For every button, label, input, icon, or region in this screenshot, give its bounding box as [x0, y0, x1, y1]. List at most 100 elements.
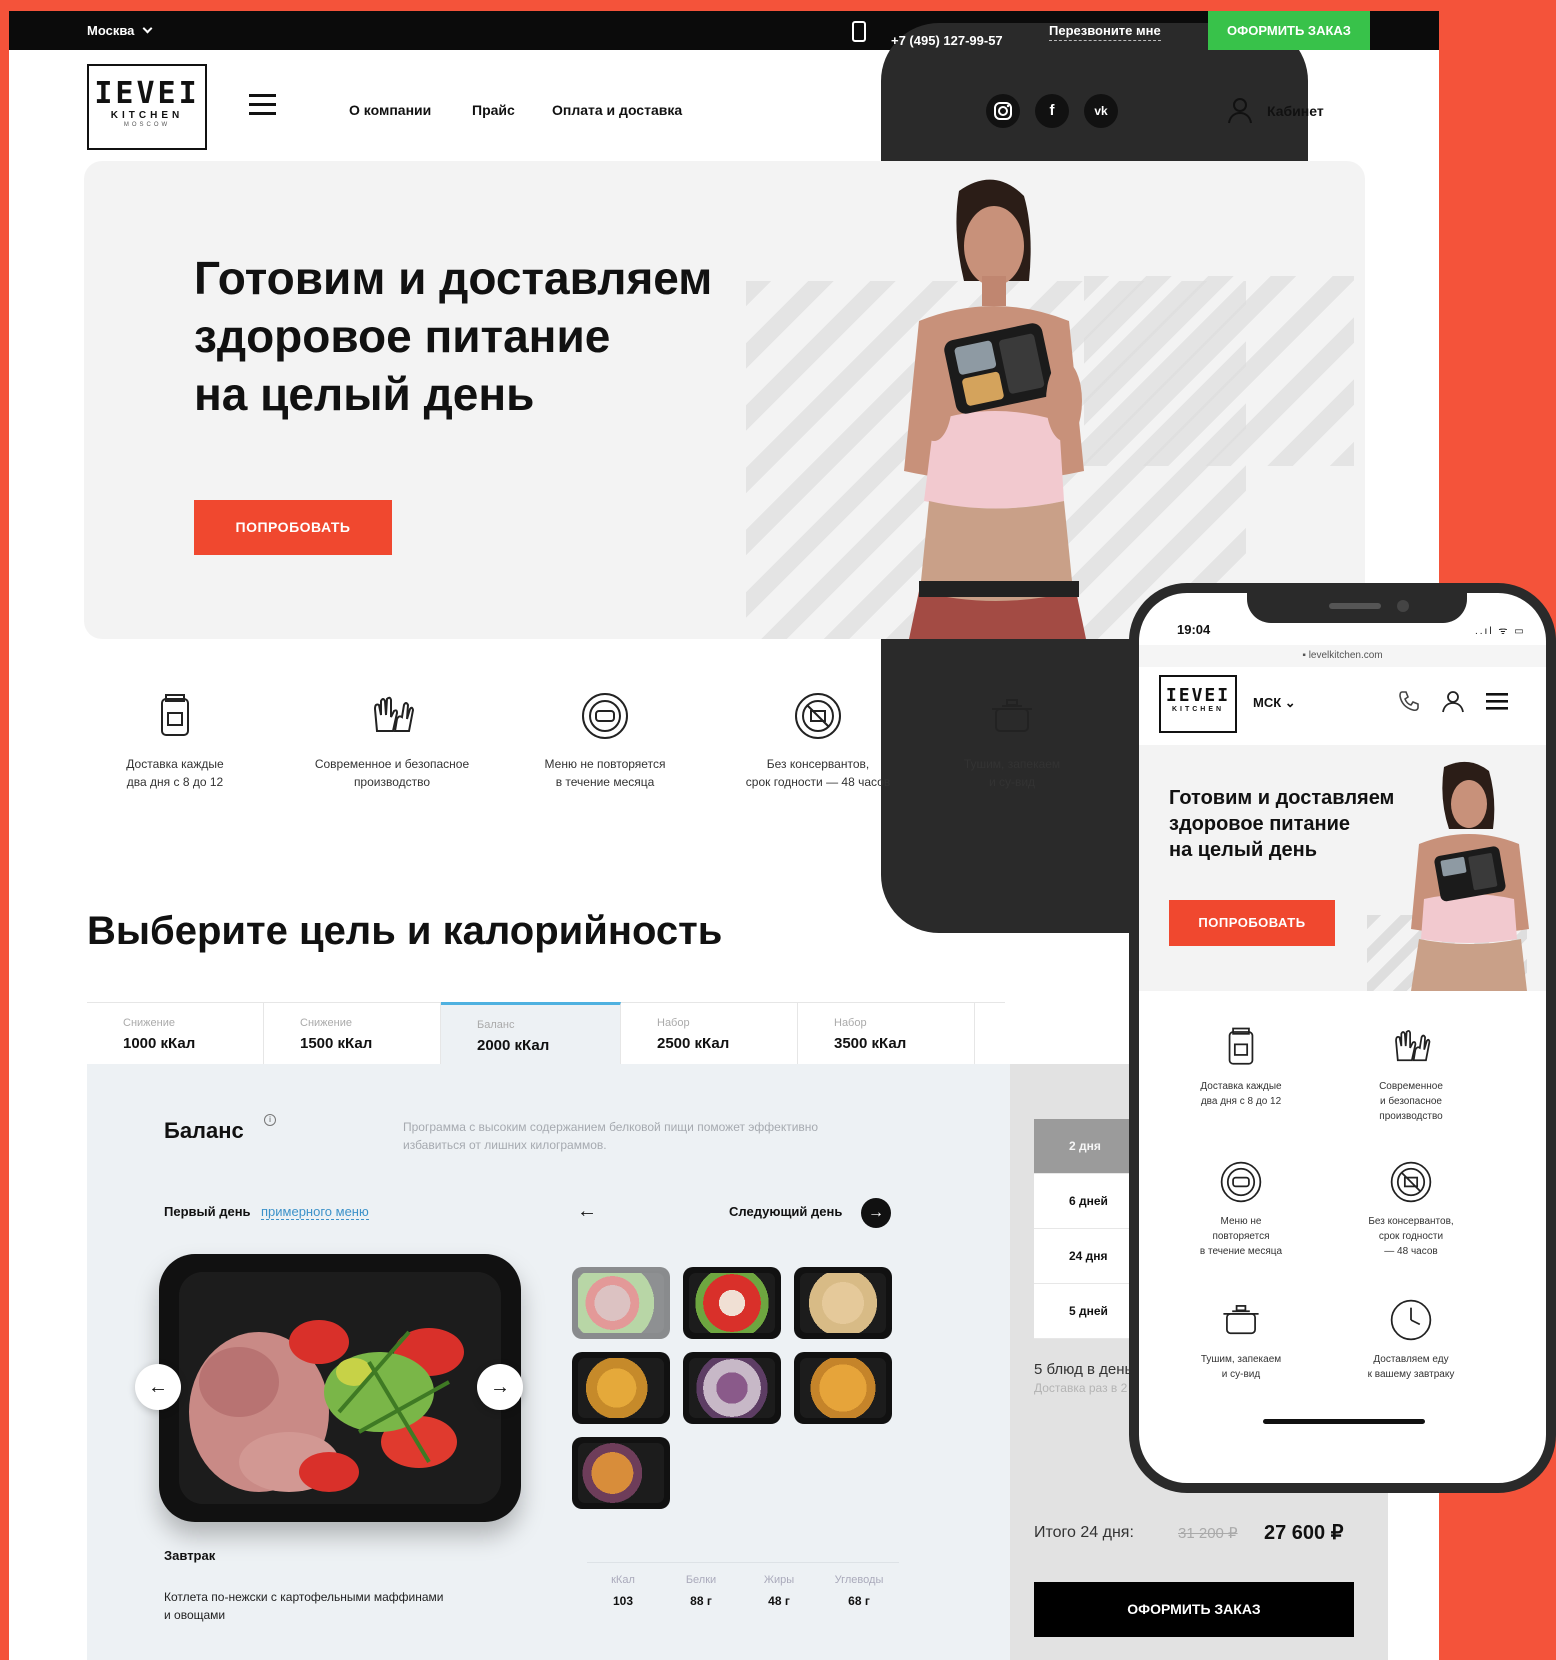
- logo-text: IEVEI: [94, 76, 200, 111]
- nav-price[interactable]: Прайс: [472, 102, 515, 118]
- mobile-logo[interactable]: IEVEI KITCHEN: [1159, 675, 1237, 733]
- next-day-arrow-icon[interactable]: →: [861, 1198, 891, 1228]
- mobile-feature-item: Доставка каждые два дня с 8 до 12: [1166, 1025, 1316, 1109]
- next-day-label[interactable]: Следующий день: [729, 1204, 842, 1219]
- goal-section-title: Выберите цель и калорийность: [87, 909, 723, 953]
- gloves-icon: [1389, 1025, 1433, 1069]
- plan-description: Программа с высоким содержанием белковой…: [403, 1120, 819, 1152]
- feature-text: Меню не повторяется в течение месяца: [1166, 1214, 1316, 1259]
- logo[interactable]: IEVEI KITCHEN MOSCOW: [87, 64, 207, 150]
- old-price: 31 200 ₽: [1178, 1525, 1238, 1542]
- logo-city: MOSCOW: [123, 122, 171, 128]
- nutrition-label: Жиры: [763, 1574, 795, 1586]
- feature-text: Меню не повторяется в течение месяца: [505, 755, 705, 791]
- mobile-hero: Готовим и доставляем здоровое питание на…: [1139, 745, 1546, 991]
- status-icons: ..ıl ᯤ ▭: [1475, 626, 1526, 637]
- tab-2000[interactable]: Баланс 2000 кКал: [441, 1002, 621, 1064]
- tab-kcal: 1500 кКал: [300, 1035, 373, 1052]
- meal-thumbnail[interactable]: [683, 1267, 781, 1339]
- chevron-down-icon: [142, 23, 153, 34]
- mobile-try-button[interactable]: ПОПРОБОВАТЬ: [1169, 900, 1335, 946]
- prev-day-arrow-icon[interactable]: ←: [577, 1200, 597, 1223]
- feature-line: Современное и безопасное: [314, 757, 470, 771]
- feature-line: два дня с 8 до 12: [1200, 1096, 1282, 1107]
- phone-mockup: 19:04 ..ıl ᯤ ▭ ▪ levelkitchen.com IEVEI …: [1129, 583, 1556, 1493]
- feature-text: Доставляем еду к вашему завтраку: [1336, 1352, 1486, 1382]
- tab-kcal: 2500 кКал: [657, 1035, 730, 1052]
- divider: [587, 1562, 899, 1563]
- info-icon[interactable]: i: [264, 1114, 276, 1126]
- total-label: Итого 24 дня:: [1034, 1524, 1134, 1541]
- city-selector[interactable]: Москва: [87, 23, 153, 38]
- meal-thumbnail[interactable]: [572, 1267, 670, 1339]
- vk-icon[interactable]: vk: [1084, 94, 1118, 128]
- nutrition-protein: Белки 88 г: [665, 1574, 737, 1608]
- phone-screen: 19:04 ..ıl ᯤ ▭ ▪ levelkitchen.com IEVEI …: [1139, 593, 1546, 1483]
- nutrition-label: кКал: [611, 1574, 635, 1586]
- first-day-label: Первый день: [164, 1204, 251, 1219]
- feature-line: к вашему завтраку: [1367, 1369, 1455, 1380]
- feature-item: Меню не повторяется в течение месяца: [505, 691, 705, 791]
- meal-thumbnail[interactable]: [572, 1352, 670, 1424]
- hero-title-line: на целый день: [1169, 839, 1318, 861]
- pot-icon: [987, 691, 1037, 741]
- meal-thumbnail[interactable]: [572, 1437, 670, 1509]
- tab-kcal: 2000 кКал: [477, 1037, 550, 1054]
- meal-thumbnail[interactable]: [794, 1267, 892, 1339]
- feature-text: Без консервантов, срок годности — 48 часов: [1336, 1214, 1486, 1259]
- tab-3500[interactable]: Набор 3500 кКал: [798, 1003, 975, 1065]
- hamburger-menu-icon[interactable]: [1485, 689, 1509, 713]
- user-icon[interactable]: [1227, 96, 1253, 124]
- phone-call-icon[interactable]: [1397, 689, 1421, 713]
- feature-line: производство: [353, 775, 431, 789]
- meal-thumbnail[interactable]: [683, 1352, 781, 1424]
- delivery-bag-icon: [150, 691, 200, 741]
- home-indicator[interactable]: [1263, 1419, 1425, 1424]
- order-button[interactable]: ОФОРМИТЬ ЗАКАЗ: [1208, 11, 1370, 50]
- carousel-next-button[interactable]: →: [477, 1364, 523, 1410]
- url-text: levelkitchen.com: [1308, 650, 1383, 661]
- checkout-button[interactable]: ОФОРМИТЬ ЗАКАЗ: [1034, 1582, 1354, 1637]
- feature-line: и су-вид: [988, 775, 1036, 789]
- feature-line: Доставка каждые: [126, 757, 224, 771]
- feature-line: Тушим, запекаем: [1200, 1354, 1282, 1365]
- feature-item: Доставка каждые два дня с 8 до 12: [75, 691, 275, 791]
- tab-category: Снижение: [300, 1017, 352, 1029]
- tab-category: Снижение: [123, 1017, 175, 1029]
- try-button[interactable]: ПОПРОБОВАТЬ: [194, 500, 392, 555]
- menu-plate-icon: [580, 691, 630, 741]
- cabinet-link[interactable]: Кабинет: [1267, 103, 1324, 119]
- instagram-icon[interactable]: [986, 94, 1020, 128]
- tab-1000[interactable]: Снижение 1000 кКал: [87, 1003, 264, 1065]
- vk-glyph: vk: [1094, 104, 1108, 118]
- new-price: 27 600 ₽: [1264, 1522, 1344, 1544]
- sample-menu-link[interactable]: примерного меню: [261, 1204, 369, 1220]
- nav-payment-delivery[interactable]: Оплата и доставка: [552, 102, 682, 118]
- feature-line: срок годности: [1378, 1231, 1444, 1242]
- mobile-city-selector[interactable]: МСК ⌄: [1253, 695, 1296, 711]
- feature-text: Без консервантов, срок годности — 48 часо…: [713, 755, 923, 791]
- tab-2500[interactable]: Набор 2500 кКал: [621, 1003, 798, 1065]
- nutrition-value: 88 г: [690, 1594, 712, 1608]
- tab-category: Набор: [657, 1017, 690, 1029]
- callback-link[interactable]: Перезвоните мне: [1049, 23, 1161, 41]
- feature-line: в течение месяца: [1199, 1246, 1283, 1257]
- hamburger-menu-icon[interactable]: [249, 94, 276, 116]
- facebook-icon[interactable]: f: [1035, 94, 1069, 128]
- url-bar[interactable]: ▪ levelkitchen.com: [1139, 645, 1546, 667]
- meal-name: Завтрак: [164, 1548, 216, 1563]
- nutrition-value: 48 г: [768, 1594, 790, 1608]
- meal-thumbnail[interactable]: [794, 1352, 892, 1424]
- mobile-feature-item: Меню не повторяется в течение месяца: [1166, 1160, 1316, 1259]
- feature-line: Современное: [1379, 1081, 1443, 1092]
- carousel-prev-button[interactable]: ←: [135, 1364, 181, 1410]
- tab-1500[interactable]: Снижение 1500 кКал: [264, 1003, 441, 1065]
- nav-about[interactable]: О компании: [349, 102, 431, 118]
- feature-line: производство: [1379, 1111, 1443, 1122]
- status-time: 19:04: [1177, 622, 1211, 637]
- feature-line: Меню не повторяется: [544, 757, 666, 771]
- mobile-feature-item: Современное и безопасное производство: [1336, 1025, 1486, 1124]
- logo-subtext: KITCHEN: [1171, 706, 1225, 713]
- hero-banner: Готовим и доставляем здоровое питание на…: [84, 161, 1365, 639]
- user-icon[interactable]: [1441, 689, 1465, 713]
